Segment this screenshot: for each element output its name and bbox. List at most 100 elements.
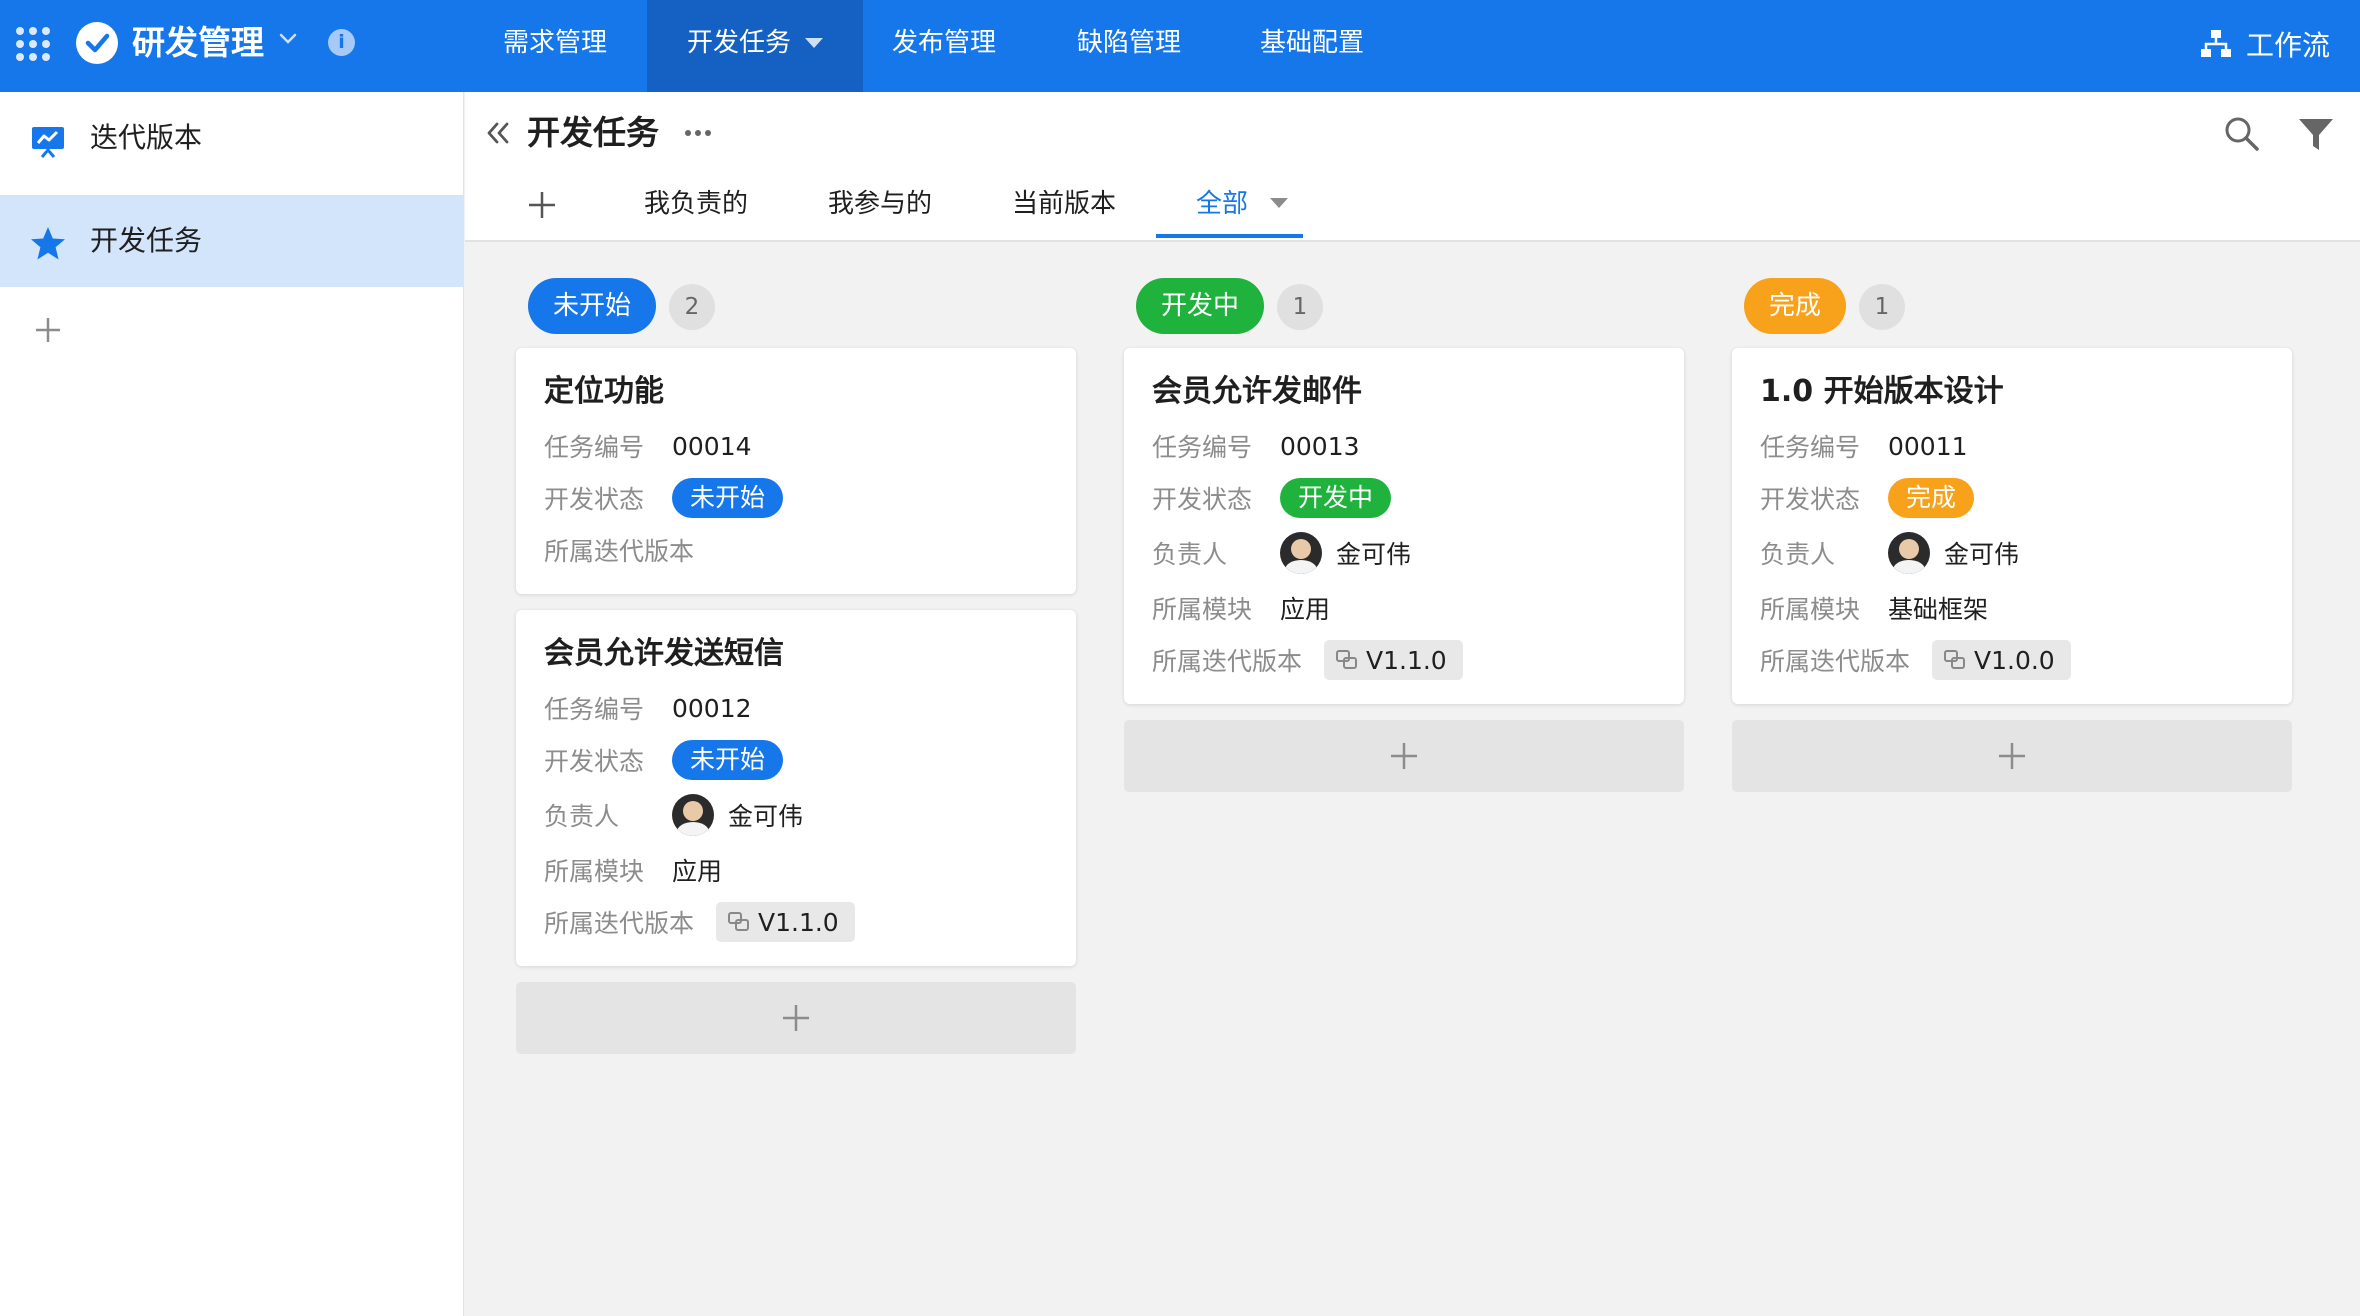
- tab-all-label: 全部: [1196, 189, 1249, 219]
- org-chart-icon: [2200, 30, 2231, 57]
- status-chip: 未开始: [672, 740, 784, 780]
- nav-dev-tasks[interactable]: 开发任务: [647, 0, 864, 92]
- task-card[interactable]: 定位功能 任务编号 00014 开发状态 未开始 所属迭代版本: [516, 348, 1076, 594]
- field-dev-status: 开发状态 开发中: [1152, 472, 1656, 524]
- field-label: 开发状态: [1760, 485, 1861, 514]
- field-module: 所属模块 应用: [544, 844, 1048, 896]
- card-title: 1.0 开始版本设计: [1760, 374, 2004, 409]
- add-view-plus-icon[interactable]: [30, 312, 66, 348]
- field-label: 任务编号: [544, 695, 645, 724]
- info-icon[interactable]: i: [328, 29, 355, 56]
- field-label: 任务编号: [1152, 433, 1253, 462]
- field-label: 负责人: [1152, 540, 1228, 569]
- nav-dev-tasks-label: 开发任务: [687, 28, 792, 58]
- column-done: 完成 1 1.0 开始版本设计 任务编号 00011 开发状态 完成 负责人 金可伟 …: [1732, 278, 2292, 792]
- field-dev-status: 开发状态 未开始: [544, 734, 1048, 786]
- version-link-icon: [1336, 650, 1357, 669]
- field-dev-status: 开发状态 完成: [1760, 472, 2264, 524]
- field-value: 应用: [1280, 595, 1331, 624]
- sidebar-item-label: 迭代版本: [90, 121, 203, 154]
- workflow-button[interactable]: 工作流: [2200, 22, 2330, 66]
- field-label: 开发状态: [544, 485, 645, 514]
- app-grid-icon[interactable]: [14, 25, 50, 61]
- task-card[interactable]: 1.0 开始版本设计 任务编号 00011 开发状态 完成 负责人 金可伟 所属模块基…: [1732, 348, 2292, 704]
- version-tag[interactable]: V1.1.0: [1324, 640, 1463, 680]
- nav-releases[interactable]: 发布管理: [892, 0, 996, 92]
- field-value: 金可伟: [1944, 540, 2020, 569]
- version-tag[interactable]: V1.1.0: [716, 902, 855, 942]
- field-dev-status: 开发状态 未开始: [544, 472, 1048, 524]
- nav-base-config[interactable]: 基础配置: [1260, 0, 1364, 92]
- sidebar: 迭代版本 开发任务: [0, 92, 464, 1316]
- sidebar-item-iterations[interactable]: 迭代版本: [0, 92, 464, 184]
- plus-icon: [1999, 743, 2025, 769]
- version-text: V1.0.0: [1974, 645, 2055, 675]
- filter-icon[interactable]: [2296, 114, 2336, 154]
- field-value: 00012: [672, 693, 752, 723]
- status-chip: 未开始: [672, 478, 784, 518]
- card-title: 定位功能: [544, 374, 664, 409]
- task-card[interactable]: 会员允许发送短信 任务编号 00012 开发状态 未开始 负责人 金可伟 所属模块 应用…: [516, 610, 1076, 966]
- column-header: 未开始 2: [516, 278, 1076, 334]
- app-title[interactable]: 研发管理: [132, 20, 264, 66]
- field-label: 开发状态: [1152, 485, 1253, 514]
- add-card-button[interactable]: [1732, 720, 2292, 792]
- field-task-no: 任务编号 00012: [544, 682, 1048, 734]
- card-title: 会员允许发邮件: [1152, 374, 1362, 409]
- field-label: 所属模块: [1760, 595, 1861, 624]
- add-card-button[interactable]: [1124, 720, 1684, 792]
- add-card-button[interactable]: [516, 982, 1076, 1054]
- field-value: 应用: [672, 857, 723, 886]
- column-header: 完成 1: [1732, 278, 2292, 334]
- active-tab-indicator: [1156, 234, 1303, 238]
- sidebar-item-label: 开发任务: [90, 224, 203, 257]
- app-check-logo-icon: [76, 22, 118, 64]
- double-chevron-left-icon[interactable]: [483, 118, 513, 148]
- status-chip: 完成: [1888, 478, 1975, 518]
- workflow-label: 工作流: [2245, 29, 2330, 62]
- field-label: 负责人: [1760, 540, 1836, 569]
- column-header: 开发中 1: [1124, 278, 1684, 334]
- field-task-no: 任务编号 00011: [1760, 420, 2264, 472]
- chart-board-icon: [32, 127, 64, 158]
- version-text: V1.1.0: [1366, 645, 1447, 675]
- top-bar: 研发管理 i 需求管理 开发任务 发布管理 缺陷管理 基础配置 工作流: [0, 0, 2360, 92]
- nav-defects[interactable]: 缺陷管理: [1077, 0, 1181, 92]
- field-value: 基础框架: [1888, 595, 1989, 624]
- version-tag[interactable]: V1.0.0: [1932, 640, 2071, 680]
- field-value: 金可伟: [728, 802, 804, 831]
- status-pill: 未开始: [528, 278, 657, 334]
- field-label: 任务编号: [1760, 433, 1861, 462]
- field-module: 所属模块 基础框架: [1760, 582, 2264, 634]
- board-header: 开发任务 我负责的 我参与的 当前版本 全部: [465, 92, 2360, 242]
- tab-all[interactable]: 全部: [1196, 184, 1289, 224]
- field-version: 所属迭代版本 V1.1.0: [1152, 634, 1656, 686]
- field-task-no: 任务编号 00013: [1152, 420, 1656, 472]
- status-chip: 开发中: [1280, 478, 1392, 518]
- status-pill: 开发中: [1136, 278, 1265, 334]
- field-value: 00014: [672, 431, 752, 461]
- field-value: 00013: [1280, 431, 1360, 461]
- column-in-progress: 开发中 1 会员允许发邮件 任务编号 00013 开发状态 开发中 负责人 金可伟 所…: [1124, 278, 1684, 792]
- count-badge: 2: [669, 284, 715, 330]
- field-label: 所属迭代版本: [544, 909, 695, 938]
- sidebar-item-dev-tasks[interactable]: 开发任务: [0, 195, 464, 287]
- nav-requirements[interactable]: 需求管理: [503, 0, 607, 92]
- status-pill: 完成: [1744, 278, 1847, 334]
- avatar: [1888, 532, 1930, 574]
- column-not-started: 未开始 2 定位功能 任务编号 00014 开发状态 未开始 所属迭代版本 会员允许…: [516, 278, 1076, 1054]
- more-options-icon[interactable]: [681, 116, 715, 150]
- field-label: 开发状态: [544, 747, 645, 776]
- field-owner: 负责人 金可伟: [1760, 524, 2264, 582]
- task-card[interactable]: 会员允许发邮件 任务编号 00013 开发状态 开发中 负责人 金可伟 所属模块 应用 …: [1124, 348, 1684, 704]
- field-label: 所属迭代版本: [544, 537, 695, 566]
- chevron-down-icon[interactable]: [276, 26, 300, 50]
- search-icon[interactable]: [2222, 114, 2262, 154]
- tab-participating[interactable]: 我参与的: [828, 184, 932, 224]
- field-version: 所属迭代版本 V1.1.0: [544, 896, 1048, 948]
- page-title: 开发任务: [527, 113, 659, 152]
- add-tab-plus-icon[interactable]: [527, 190, 557, 220]
- tab-mine[interactable]: 我负责的: [644, 184, 748, 224]
- tab-current-version[interactable]: 当前版本: [1012, 184, 1116, 224]
- version-link-icon: [1944, 650, 1965, 669]
